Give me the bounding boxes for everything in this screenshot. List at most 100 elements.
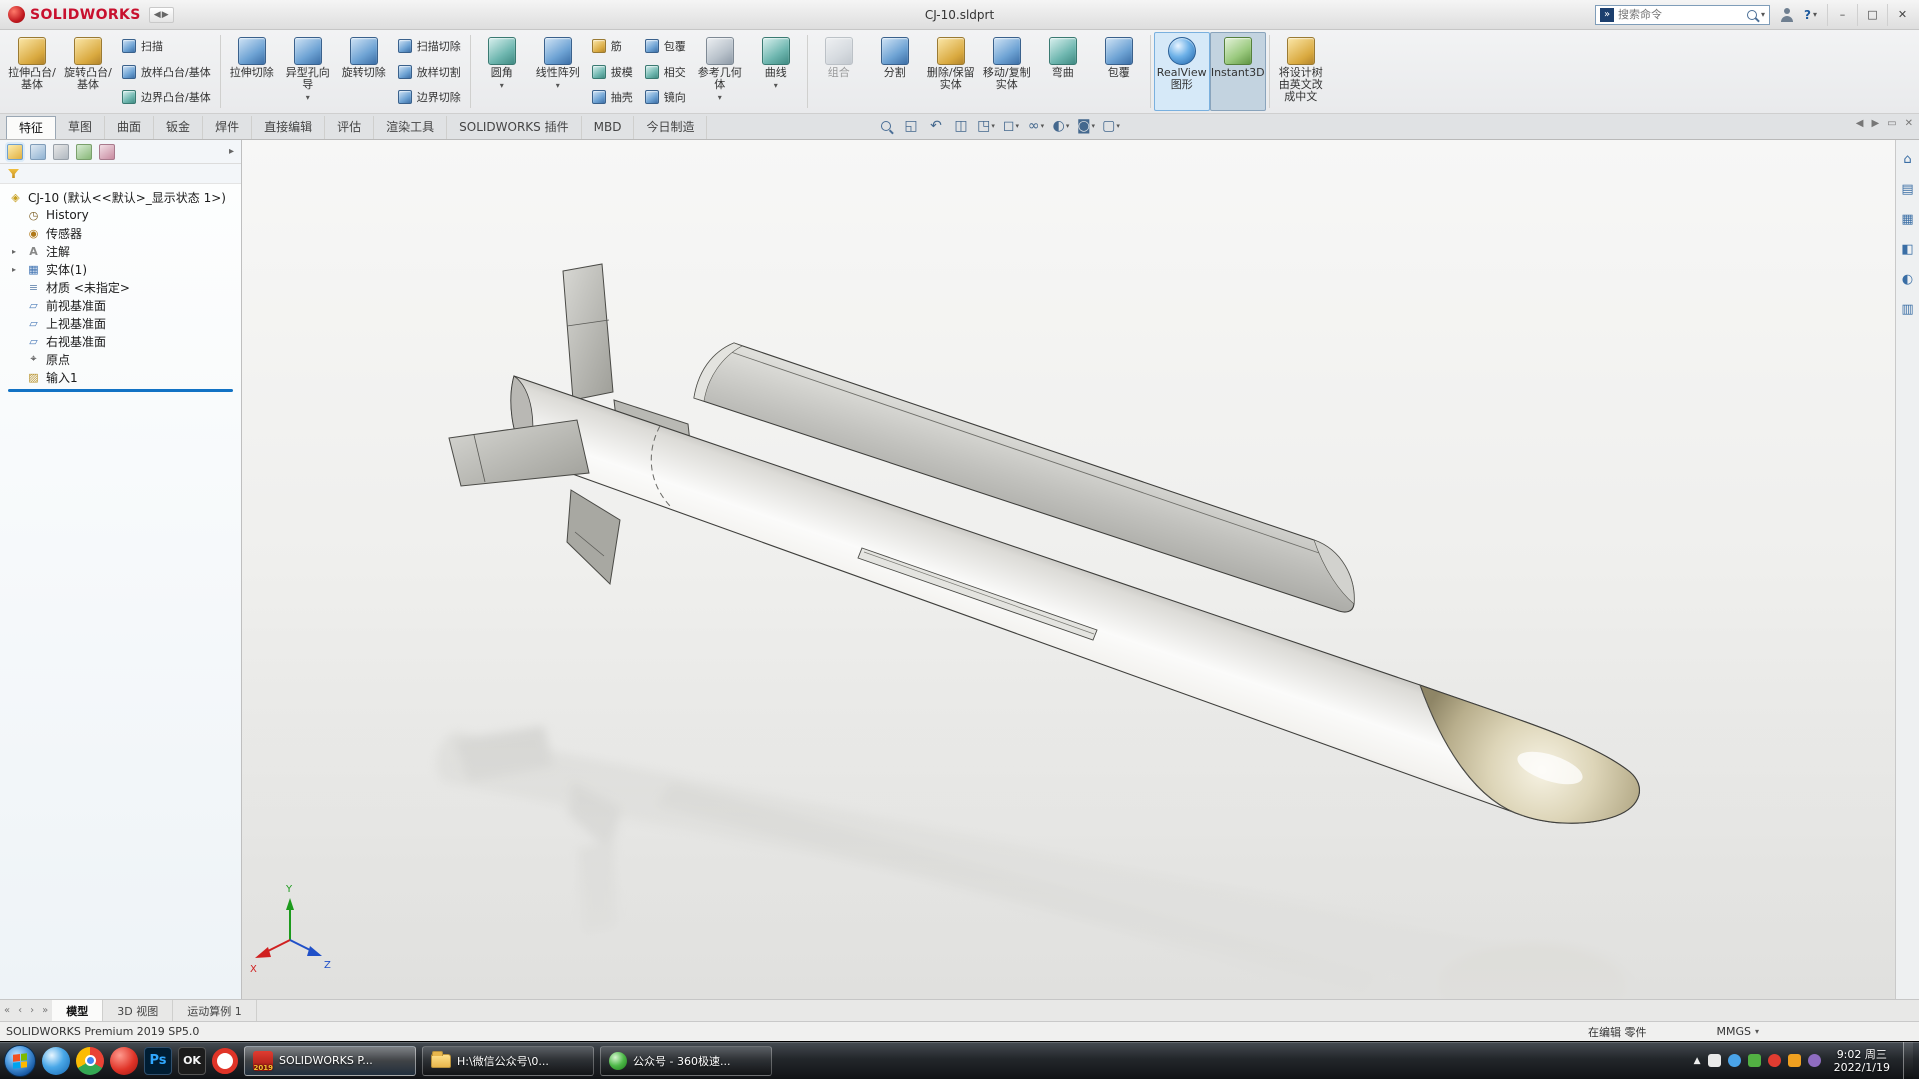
display-style-icon[interactable]: ◻ ▾ [1000, 115, 1022, 137]
ribbon-button-realview-graphics[interactable]: RealView图形 [1153, 32, 1210, 111]
featuremanager-tab-icon[interactable] [7, 143, 23, 160]
ribbon-button-wrap-body[interactable]: 包覆 [1091, 32, 1147, 111]
view-orientation-icon[interactable]: ◳ ▾ [975, 115, 997, 137]
ribbon-button-rib[interactable]: 筋 [588, 35, 637, 58]
tree-root-item[interactable]: ◈ CJ-10 (默认<<默认>_显示状态 1>) [0, 188, 241, 206]
search-caret-icon[interactable]: ▾ [1761, 10, 1765, 19]
taskbar-icon-media-app[interactable] [212, 1047, 238, 1074]
ribbon-button-loft-cut[interactable]: 放样切割 [394, 60, 465, 83]
user-account-icon[interactable] [1780, 7, 1794, 22]
taskbar-window-solidworks[interactable]: 2019 SOLIDWORKS P... [244, 1045, 416, 1076]
resources-icon[interactable]: ⌂ [1899, 150, 1917, 168]
tray-icon-input[interactable] [1807, 1054, 1821, 1067]
toolbar-dock-arrows[interactable]: ◀ ▶ [148, 6, 174, 23]
taskbar-window-folder[interactable]: H:\微信公众号\0... [422, 1045, 594, 1076]
taskbar-icon-chrome[interactable] [76, 1046, 104, 1075]
nav-first-icon[interactable]: « [0, 1000, 14, 1021]
tree-item-origin[interactable]: ⌖ 原点 [0, 350, 241, 368]
expand-arrow-icon[interactable]: ▸ [12, 265, 16, 274]
cm-close-icon[interactable]: ✕ [1905, 118, 1913, 129]
cm-back-icon[interactable]: ◀ [1856, 118, 1864, 129]
edit-appearance-icon[interactable]: ◐ ▾ [1050, 115, 1072, 137]
tray-icon-security[interactable] [1747, 1054, 1761, 1067]
tree-item-top-plane[interactable]: ▱ 上视基准面 [0, 314, 241, 332]
tree-item-material[interactable]: ≡ 材质 <未指定> [0, 278, 241, 296]
nav-prev-icon[interactable]: ‹ [14, 1000, 26, 1021]
panel-expand-icon[interactable]: ▸ [229, 146, 234, 157]
ribbon-button-sweep-cut[interactable]: 扫描切除 [394, 35, 465, 58]
ribbon-button-shell[interactable]: 抽壳 [588, 86, 637, 109]
maximize-button[interactable]: □ [1857, 3, 1887, 26]
close-button[interactable]: ✕ [1887, 3, 1917, 26]
tab-sheet-metal[interactable]: 钣金 [154, 116, 204, 139]
tab-solidworks-addins[interactable]: SOLIDWORKS 插件 [447, 116, 582, 139]
dimxpertmanager-tab-icon[interactable] [76, 143, 92, 160]
ribbon-button-curves[interactable]: 曲线 ▾ [748, 32, 804, 111]
search-input[interactable] [1618, 8, 1743, 21]
filter-icon[interactable] [8, 169, 19, 178]
tray-icon-update[interactable] [1787, 1054, 1801, 1067]
show-desktop-button[interactable] [1903, 1041, 1913, 1079]
tab-features[interactable]: 特征 [6, 116, 57, 139]
tree-item-front-plane[interactable]: ▱ 前视基准面 [0, 296, 241, 314]
search-icon[interactable] [1747, 9, 1757, 20]
ribbon-button-extrude-cut[interactable]: 拉伸切除 [224, 32, 280, 111]
ribbon-button-move-copy-body[interactable]: 移动/复制实体 [979, 32, 1035, 111]
nav-next-icon[interactable]: › [26, 1000, 38, 1021]
taskbar-window-browser[interactable]: 公众号 - 360极速... [600, 1045, 772, 1076]
tray-icon-network[interactable] [1727, 1054, 1741, 1067]
zoom-fit-icon[interactable] [875, 115, 897, 137]
ribbon-button-reference-geometry[interactable]: 参考几何体 ▾ [692, 32, 748, 111]
start-button[interactable] [4, 1044, 36, 1077]
tab-motion-study[interactable]: 运动算例 1 [173, 1000, 257, 1021]
ribbon-button-revolve-cut[interactable]: 旋转切除 [336, 32, 392, 111]
minimize-button[interactable]: – [1827, 3, 1857, 26]
tree-item-right-plane[interactable]: ▱ 右视基准面 [0, 332, 241, 350]
tree-item-annotations[interactable]: ▸ A 注解 [0, 242, 241, 260]
ribbon-button-fillet[interactable]: 圆角 ▾ [474, 32, 530, 111]
taskbar-clock[interactable]: 9:02 周三 2022/1/19 [1828, 1048, 1896, 1074]
dropdown-caret-icon[interactable]: ▾ [718, 93, 722, 102]
propertymanager-tab-icon[interactable] [30, 143, 46, 160]
tab-sketch[interactable]: 草图 [56, 116, 106, 139]
ribbon-button-split[interactable]: 分割 [867, 32, 923, 111]
search-category-icon[interactable]: » [1600, 7, 1615, 22]
nav-last-icon[interactable]: » [38, 1000, 52, 1021]
ribbon-button-macro-translate-tree[interactable]: 将设计树由英文改成中文 [1273, 32, 1329, 111]
rollback-bar[interactable] [8, 389, 233, 392]
tab-3dexperience[interactable]: 今日制造 [634, 116, 708, 139]
ribbon-button-hole-wizard[interactable]: 异型孔向导 ▾ [280, 32, 336, 111]
command-search[interactable]: » ▾ [1595, 4, 1771, 25]
ribbon-button-combine[interactable]: 组合 [811, 32, 867, 111]
apply-scene-icon[interactable]: ◙ ▾ [1075, 115, 1097, 137]
view-settings-icon[interactable]: ▢ ▾ [1100, 115, 1122, 137]
3d-model-canvas[interactable]: X Y Z [242, 140, 1895, 999]
tree-item-solid-bodies[interactable]: ▸ ▦ 实体(1) [0, 260, 241, 278]
tray-expand-icon[interactable]: ▲ [1694, 1056, 1701, 1066]
ribbon-button-wrap[interactable]: 包覆 [641, 35, 690, 58]
tree-item-sensors[interactable]: ◉ 传感器 [0, 224, 241, 242]
tree-item-imported1[interactable]: ▨ 输入1 [0, 368, 241, 386]
tab-surfaces[interactable]: 曲面 [105, 116, 155, 139]
tab-weldments[interactable]: 焊件 [203, 116, 253, 139]
ribbon-button-boundary-cut[interactable]: 边界切除 [394, 86, 465, 109]
ribbon-button-linear-pattern[interactable]: 线性阵列 ▾ [530, 32, 586, 111]
expand-arrow-icon[interactable]: ▸ [12, 247, 16, 256]
tab-3d-views[interactable]: 3D 视图 [103, 1000, 174, 1021]
cm-float-icon[interactable]: ▭ [1887, 118, 1896, 129]
displaymanager-tab-icon[interactable] [99, 143, 115, 160]
ribbon-button-mirror[interactable]: 镜向 [641, 86, 690, 109]
tab-model[interactable]: 模型 [52, 1000, 104, 1021]
taskbar-icon-360-navigator[interactable] [42, 1046, 70, 1075]
tray-icon-document[interactable] [1707, 1054, 1721, 1067]
ribbon-button-extrude-boss[interactable]: 拉伸凸台/基体 [4, 32, 60, 111]
tab-mbd[interactable]: MBD [582, 116, 635, 139]
custom-properties-icon[interactable]: ▥ [1899, 300, 1917, 318]
dropdown-caret-icon[interactable]: ▾ [500, 81, 504, 90]
view-palette-icon[interactable]: ◧ [1899, 240, 1917, 258]
ribbon-button-boundary-boss[interactable]: 边界凸台/基体 [118, 86, 215, 109]
ribbon-button-draft[interactable]: 拔模 [588, 60, 637, 83]
hide-show-items-icon[interactable]: ∞ ▾ [1025, 115, 1047, 137]
tray-icon-media[interactable] [1767, 1054, 1781, 1067]
appearances-icon[interactable]: ◐ [1899, 270, 1917, 288]
